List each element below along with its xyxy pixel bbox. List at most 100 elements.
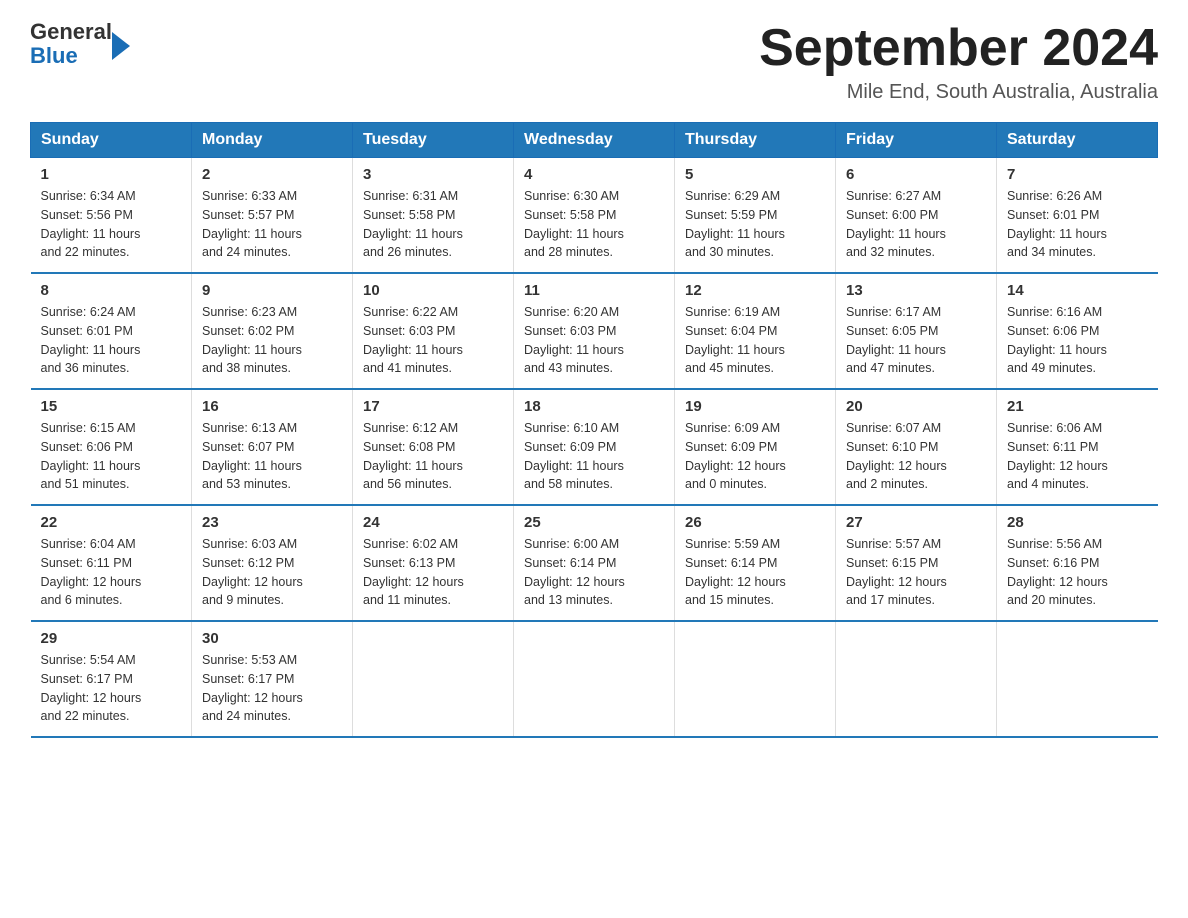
day-number: 1: [41, 166, 182, 183]
day-info: Sunrise: 6:27 AMSunset: 6:00 PMDaylight:…: [846, 187, 986, 262]
day-info: Sunrise: 6:03 AMSunset: 6:12 PMDaylight:…: [202, 535, 342, 610]
calendar-cell: 11 Sunrise: 6:20 AMSunset: 6:03 PMDayligh…: [514, 273, 675, 389]
weekday-header-monday: Monday: [192, 123, 353, 158]
day-number: 9: [202, 282, 342, 299]
weekday-header-thursday: Thursday: [675, 123, 836, 158]
day-number: 16: [202, 398, 342, 415]
calendar-cell: 19 Sunrise: 6:09 AMSunset: 6:09 PMDayligh…: [675, 389, 836, 505]
calendar-cell: 3 Sunrise: 6:31 AMSunset: 5:58 PMDaylight…: [353, 158, 514, 274]
day-info: Sunrise: 6:34 AMSunset: 5:56 PMDaylight:…: [41, 187, 182, 262]
day-number: 27: [846, 514, 986, 531]
calendar-cell: 28Sunrise: 5:56 AMSunset: 6:16 PMDayligh…: [997, 505, 1158, 621]
calendar-cell: [997, 621, 1158, 737]
calendar-cell: [514, 621, 675, 737]
calendar-cell: 12 Sunrise: 6:19 AMSunset: 6:04 PMDayligh…: [675, 273, 836, 389]
day-number: 28: [1007, 514, 1148, 531]
weekday-header-sunday: Sunday: [31, 123, 192, 158]
day-info: Sunrise: 5:57 AMSunset: 6:15 PMDaylight:…: [846, 535, 986, 610]
calendar-week-row: 8 Sunrise: 6:24 AMSunset: 6:01 PMDaylight…: [31, 273, 1158, 389]
day-info: Sunrise: 6:06 AMSunset: 6:11 PMDaylight:…: [1007, 419, 1148, 494]
day-info: Sunrise: 5:54 AMSunset: 6:17 PMDaylight:…: [41, 651, 182, 726]
calendar-cell: 8 Sunrise: 6:24 AMSunset: 6:01 PMDaylight…: [31, 273, 192, 389]
calendar-cell: 1 Sunrise: 6:34 AMSunset: 5:56 PMDaylight…: [31, 158, 192, 274]
logo-general: General: [30, 20, 112, 44]
day-info: Sunrise: 6:16 AMSunset: 6:06 PMDaylight:…: [1007, 303, 1148, 378]
calendar-cell: [836, 621, 997, 737]
weekday-header-saturday: Saturday: [997, 123, 1158, 158]
calendar-cell: 27 Sunrise: 5:57 AMSunset: 6:15 PMDayligh…: [836, 505, 997, 621]
day-number: 25: [524, 514, 664, 531]
day-number: 23: [202, 514, 342, 531]
calendar-week-row: 15Sunrise: 6:15 AMSunset: 6:06 PMDayligh…: [31, 389, 1158, 505]
day-number: 21: [1007, 398, 1148, 415]
day-info: Sunrise: 5:59 AMSunset: 6:14 PMDaylight:…: [685, 535, 825, 610]
day-number: 5: [685, 166, 825, 183]
day-info: Sunrise: 6:12 AMSunset: 6:08 PMDaylight:…: [363, 419, 503, 494]
day-number: 20: [846, 398, 986, 415]
day-info: Sunrise: 6:15 AMSunset: 6:06 PMDaylight:…: [41, 419, 182, 494]
day-info: Sunrise: 6:30 AMSunset: 5:58 PMDaylight:…: [524, 187, 664, 262]
calendar-cell: 15Sunrise: 6:15 AMSunset: 6:06 PMDayligh…: [31, 389, 192, 505]
calendar-cell: 25 Sunrise: 6:00 AMSunset: 6:14 PMDayligh…: [514, 505, 675, 621]
logo-blue-text: Blue: [30, 44, 112, 68]
calendar-cell: 22 Sunrise: 6:04 AMSunset: 6:11 PMDayligh…: [31, 505, 192, 621]
logo-arrow-icon: [112, 32, 130, 60]
calendar-cell: 26Sunrise: 5:59 AMSunset: 6:14 PMDayligh…: [675, 505, 836, 621]
day-number: 11: [524, 282, 664, 299]
logo: General Blue: [30, 20, 130, 68]
calendar-cell: 2 Sunrise: 6:33 AMSunset: 5:57 PMDaylight…: [192, 158, 353, 274]
weekday-header-wednesday: Wednesday: [514, 123, 675, 158]
day-info: Sunrise: 6:19 AMSunset: 6:04 PMDaylight:…: [685, 303, 825, 378]
calendar-cell: 13Sunrise: 6:17 AMSunset: 6:05 PMDayligh…: [836, 273, 997, 389]
calendar-cell: 21 Sunrise: 6:06 AMSunset: 6:11 PMDayligh…: [997, 389, 1158, 505]
day-number: 8: [41, 282, 182, 299]
weekday-header-tuesday: Tuesday: [353, 123, 514, 158]
day-number: 17: [363, 398, 503, 415]
calendar-week-row: 29Sunrise: 5:54 AMSunset: 6:17 PMDayligh…: [31, 621, 1158, 737]
calendar-cell: 9 Sunrise: 6:23 AMSunset: 6:02 PMDaylight…: [192, 273, 353, 389]
calendar-cell: 23 Sunrise: 6:03 AMSunset: 6:12 PMDayligh…: [192, 505, 353, 621]
calendar-cell: 29Sunrise: 5:54 AMSunset: 6:17 PMDayligh…: [31, 621, 192, 737]
calendar-week-row: 22 Sunrise: 6:04 AMSunset: 6:11 PMDayligh…: [31, 505, 1158, 621]
calendar-cell: [353, 621, 514, 737]
page-header: General Blue September 2024 Mile End, So…: [30, 20, 1158, 104]
day-info: Sunrise: 6:00 AMSunset: 6:14 PMDaylight:…: [524, 535, 664, 610]
calendar-week-row: 1 Sunrise: 6:34 AMSunset: 5:56 PMDaylight…: [31, 158, 1158, 274]
calendar-cell: 30Sunrise: 5:53 AMSunset: 6:17 PMDayligh…: [192, 621, 353, 737]
day-number: 19: [685, 398, 825, 415]
day-number: 14: [1007, 282, 1148, 299]
day-info: Sunrise: 6:17 AMSunset: 6:05 PMDaylight:…: [846, 303, 986, 378]
day-info: Sunrise: 6:13 AMSunset: 6:07 PMDaylight:…: [202, 419, 342, 494]
day-info: Sunrise: 6:09 AMSunset: 6:09 PMDaylight:…: [685, 419, 825, 494]
day-number: 24: [363, 514, 503, 531]
day-info: Sunrise: 6:10 AMSunset: 6:09 PMDaylight:…: [524, 419, 664, 494]
day-info: Sunrise: 6:29 AMSunset: 5:59 PMDaylight:…: [685, 187, 825, 262]
month-title: September 2024: [759, 20, 1158, 77]
day-number: 22: [41, 514, 182, 531]
day-number: 3: [363, 166, 503, 183]
day-number: 18: [524, 398, 664, 415]
day-number: 2: [202, 166, 342, 183]
calendar-table: SundayMondayTuesdayWednesdayThursdayFrid…: [30, 122, 1158, 738]
weekday-header-row: SundayMondayTuesdayWednesdayThursdayFrid…: [31, 123, 1158, 158]
day-info: Sunrise: 5:53 AMSunset: 6:17 PMDaylight:…: [202, 651, 342, 726]
day-info: Sunrise: 6:23 AMSunset: 6:02 PMDaylight:…: [202, 303, 342, 378]
logo-text: General Blue: [30, 20, 112, 68]
day-number: 10: [363, 282, 503, 299]
calendar-cell: 18 Sunrise: 6:10 AMSunset: 6:09 PMDayligh…: [514, 389, 675, 505]
day-info: Sunrise: 6:24 AMSunset: 6:01 PMDaylight:…: [41, 303, 182, 378]
day-info: Sunrise: 6:33 AMSunset: 5:57 PMDaylight:…: [202, 187, 342, 262]
day-number: 7: [1007, 166, 1148, 183]
calendar-cell: 7 Sunrise: 6:26 AMSunset: 6:01 PMDaylight…: [997, 158, 1158, 274]
day-info: Sunrise: 6:02 AMSunset: 6:13 PMDaylight:…: [363, 535, 503, 610]
day-info: Sunrise: 6:20 AMSunset: 6:03 PMDaylight:…: [524, 303, 664, 378]
location-subtitle: Mile End, South Australia, Australia: [759, 81, 1158, 104]
calendar-cell: 4Sunrise: 6:30 AMSunset: 5:58 PMDaylight…: [514, 158, 675, 274]
day-info: Sunrise: 6:26 AMSunset: 6:01 PMDaylight:…: [1007, 187, 1148, 262]
day-info: Sunrise: 6:31 AMSunset: 5:58 PMDaylight:…: [363, 187, 503, 262]
day-number: 12: [685, 282, 825, 299]
calendar-cell: 5 Sunrise: 6:29 AMSunset: 5:59 PMDaylight…: [675, 158, 836, 274]
title-block: September 2024 Mile End, South Australia…: [759, 20, 1158, 104]
calendar-cell: 14 Sunrise: 6:16 AMSunset: 6:06 PMDayligh…: [997, 273, 1158, 389]
day-info: Sunrise: 6:04 AMSunset: 6:11 PMDaylight:…: [41, 535, 182, 610]
